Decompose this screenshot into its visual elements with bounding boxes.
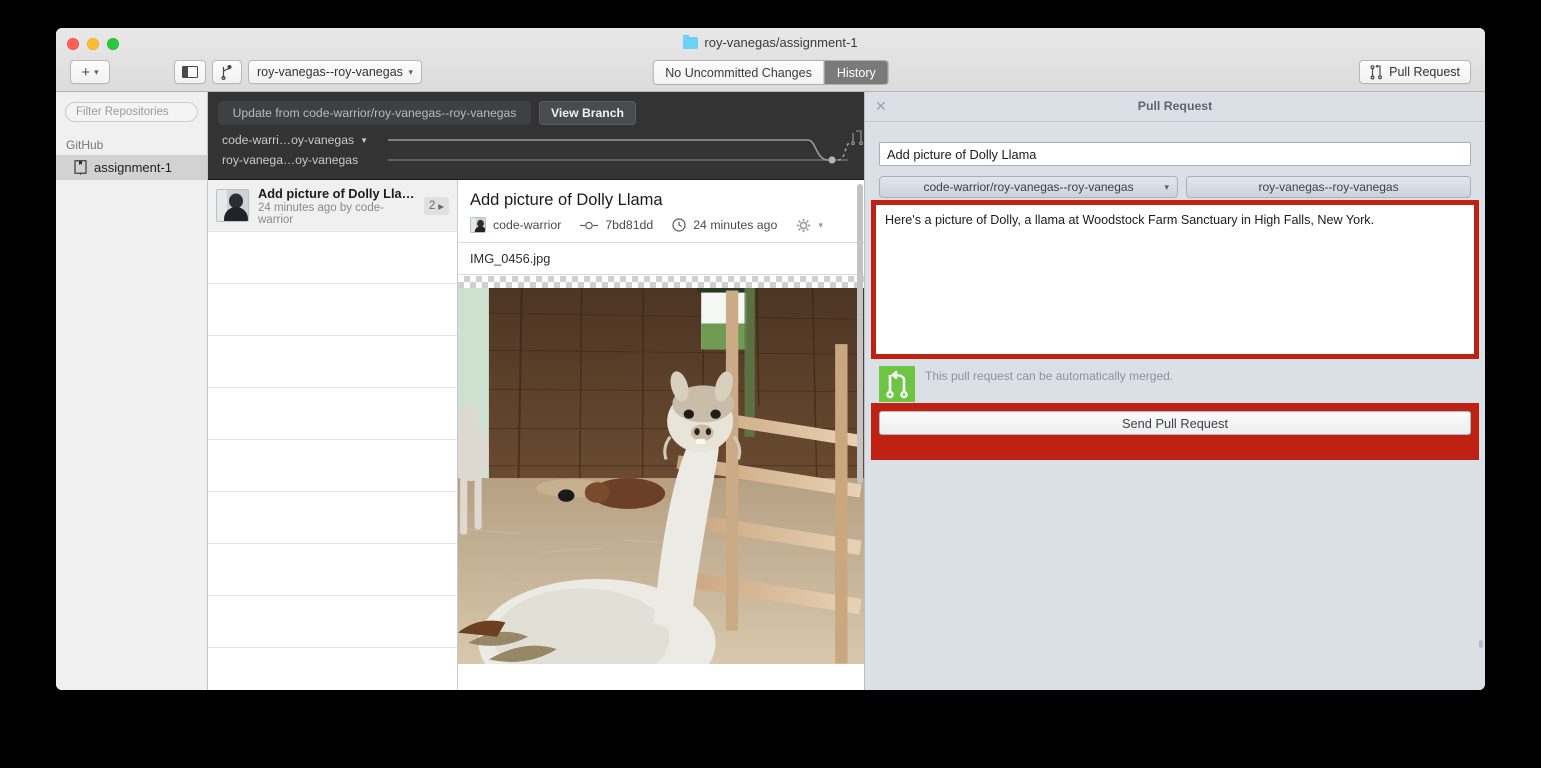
commit-list-item[interactable]: Add picture of Dolly Llama 24 minutes ag… [208,180,457,232]
pull-request-panel-header: ✕ Pull Request [865,92,1485,122]
commit-meta: 24 minutes ago by code-warrior [258,201,384,226]
chevron-down-icon[interactable]: ▾ [818,220,823,231]
commit-detail-meta: code-warrior 7bd81dd 24 minutes ago ▾ [470,217,852,233]
commit-author: code-warrior [493,218,562,232]
toolbar: + ▾ roy-vanegas--roy-vanegas ▾ No Uncomm… [56,56,1485,92]
commit-list-empty-row [208,284,457,336]
merge-status-text: This pull request can be automatically m… [925,369,1174,383]
pull-request-base-branch-selector[interactable]: code-warrior/roy-vanegas--roy-vanegas ▾ [879,176,1179,198]
sidebar-toggle-button[interactable] [174,60,206,84]
pull-request-head-branch-label: roy-vanegas--roy-vanegas [1258,180,1399,194]
chevron-down-icon: ▾ [1164,181,1170,192]
tab-uncommitted-changes[interactable]: No Uncommitted Changes [653,61,824,84]
branch-selector-label: roy-vanegas--roy-vanegas [257,65,403,79]
repository-group-label: GitHub [66,138,104,152]
pull-request-base-branch-label: code-warrior/roy-vanegas--roy-vanegas [923,180,1134,194]
pull-request-title-value: Add picture of Dolly Llama [887,146,1037,162]
commit-file-count-value: 2 [428,199,436,212]
commit-sha: 7bd81dd [605,218,654,232]
llama-photo [458,288,864,664]
vertical-scrollbar[interactable] [856,180,864,690]
chevron-down-icon: ▾ [408,66,413,77]
pull-request-panel-title: Pull Request [1137,99,1213,113]
commit-text-block: Add picture of Dolly Llama 24 minutes ag… [258,186,415,226]
avatar [470,217,486,233]
chevron-down-icon: ▾ [94,66,99,77]
repository-icon [74,160,87,175]
pull-request-panel: ✕ Pull Request Add picture of Dolly Llam… [864,92,1485,690]
pull-request-scrollbar-thumb[interactable] [1479,640,1483,648]
commit-detail-header: Add picture of Dolly Llama code-warrior … [458,180,864,243]
sidebar-item-label: assignment-1 [94,160,173,175]
commit-title: Add picture of Dolly Llama [258,185,415,201]
clock-icon [672,218,686,232]
add-repository-button[interactable]: + ▾ [70,60,110,84]
commit-list: Add picture of Dolly Llama 24 minutes ag… [208,180,458,690]
branch-selector[interactable]: roy-vanegas--roy-vanegas ▾ [248,60,422,84]
create-branch-button[interactable] [212,60,242,84]
pull-request-button[interactable]: Pull Request [1359,60,1471,84]
window-title-text: roy-vanegas/assignment-1 [704,35,858,50]
title-bar: roy-vanegas/assignment-1 + ▾ roy-vanegas… [56,28,1485,92]
commit-icon [580,221,599,229]
transparency-checkerboard [458,276,864,288]
commit-list-and-detail: Add picture of Dolly Llama 24 minutes ag… [208,180,864,690]
commit-list-empty-row [208,336,457,388]
commit-list-empty-row [208,232,457,284]
app-window: roy-vanegas/assignment-1 + ▾ roy-vanegas… [56,28,1485,690]
commit-time: 24 minutes ago [693,218,778,232]
branch-graph-lines [388,130,863,164]
scrollbar-thumb[interactable] [857,184,863,484]
merge-icon [879,366,915,402]
window-title: roy-vanegas/assignment-1 [56,34,1485,50]
history-column: Update from code-warrior/roy-vanegas--ro… [208,92,864,690]
send-pull-request-button[interactable]: Send Pull Request [879,411,1471,435]
tab-history[interactable]: History [823,61,888,84]
pull-request-title-input[interactable]: Add picture of Dolly Llama [879,142,1471,166]
pull-request-description-text: Here's a picture of Dolly, a llama at Wo… [885,213,1375,227]
pull-request-branch-row: code-warrior/roy-vanegas--roy-vanegas ▾ … [879,176,1471,198]
commit-list-empty-row [208,544,457,596]
pull-request-description-textarea[interactable]: Here's a picture of Dolly, a llama at Wo… [876,205,1474,354]
plus-icon: + [81,63,91,81]
update-branch-pill[interactable]: Update from code-warrior/roy-vanegas--ro… [218,101,531,125]
view-mode-segmented-control: No Uncommitted Changes History [652,60,889,85]
commit-list-empty-row [208,440,457,492]
window-body: Filter Repositories GitHub assignment-1 … [56,92,1485,690]
commit-detail-title: Add picture of Dolly Llama [470,191,663,209]
image-preview-pane [458,276,864,690]
commit-list-empty-row [208,388,457,440]
commit-detail-pane: Add picture of Dolly Llama code-warrior … [458,180,864,690]
commit-list-empty-row [208,492,457,544]
sidebar-toggle-icon [182,66,198,78]
merge-status-row: This pull request can be automatically m… [879,366,1471,404]
pull-request-head-branch-selector[interactable]: roy-vanegas--roy-vanegas [1186,176,1471,198]
branch-graph-header: Update from code-warrior/roy-vanegas--ro… [208,92,864,180]
send-pull-request-label: Send Pull Request [1122,415,1228,431]
view-branch-button[interactable]: View Branch [539,101,636,125]
commit-file-count[interactable]: 2 ▸ [423,196,449,215]
pull-request-button-label: Pull Request [1389,65,1460,79]
chevron-right-icon: ▸ [438,200,444,213]
changed-file-name[interactable]: IMG_0456.jpg [458,243,864,275]
gear-icon[interactable] [796,218,811,233]
filter-repositories-placeholder: Filter Repositories [76,106,169,118]
commit-list-empty-row [208,596,457,648]
repository-sidebar: Filter Repositories GitHub assignment-1 [56,92,208,690]
branch-icon [221,64,232,80]
filter-repositories-input[interactable]: Filter Repositories [65,102,198,122]
folder-icon [683,34,699,49]
pull-request-icon [1370,64,1383,80]
sidebar-item-assignment-1[interactable]: assignment-1 [56,155,207,180]
avatar [216,189,249,222]
